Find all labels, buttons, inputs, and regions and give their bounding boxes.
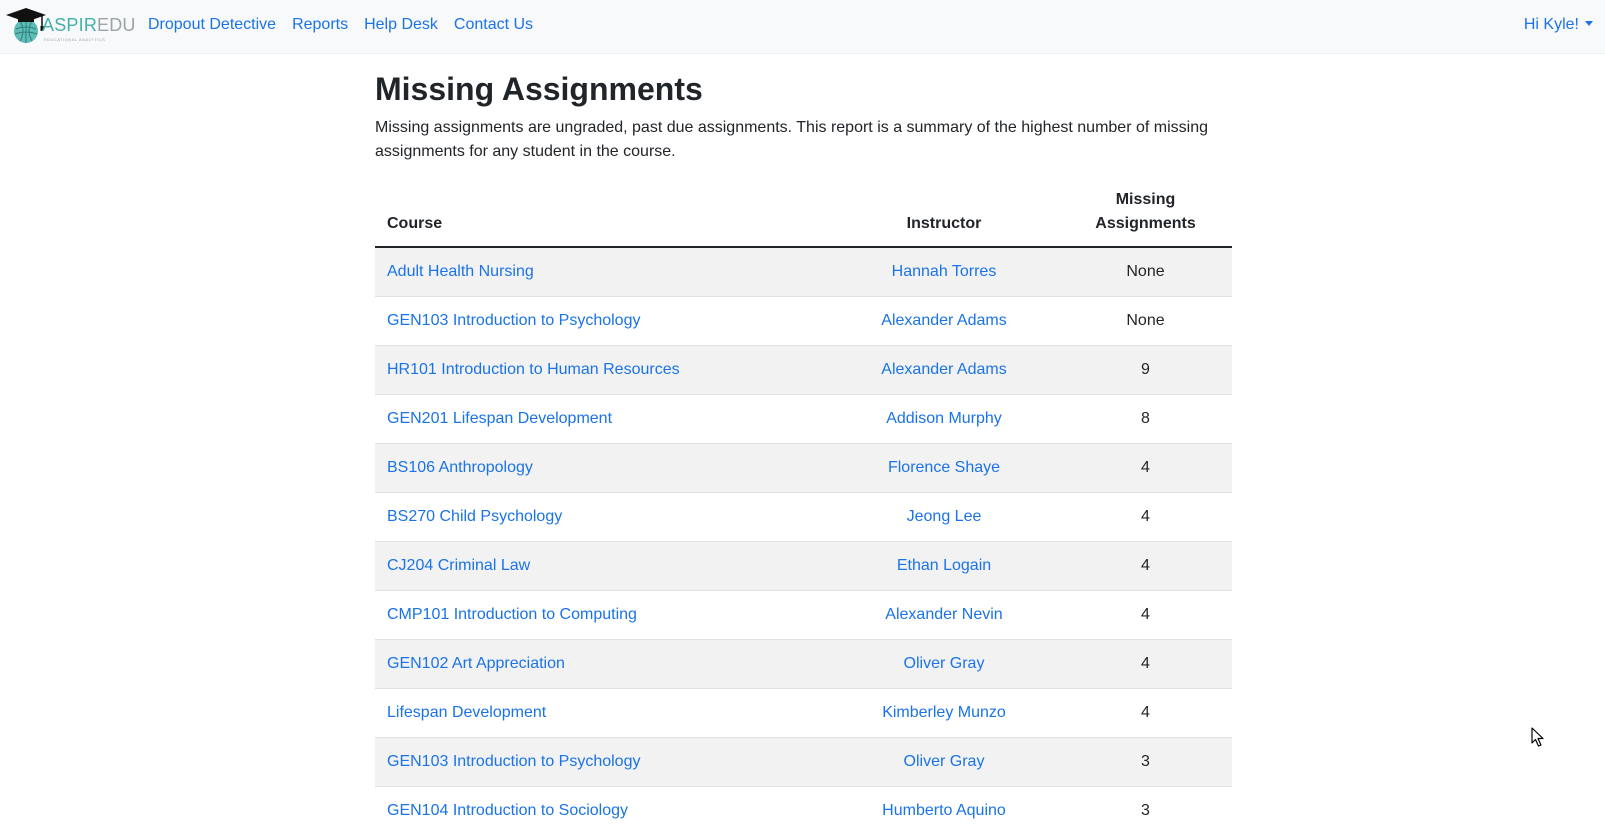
course-link[interactable]: GEN104 Introduction to Sociology [387,802,628,819]
table-row: BS270 Child Psychology Jeong Lee 4 [375,493,1232,542]
course-cell: GEN104 Introduction to Sociology [375,787,829,835]
user-menu-dropdown[interactable]: Hi Kyle! [1524,16,1593,34]
instructor-link[interactable]: Ethan Logain [897,557,991,574]
table-row: Lifespan Development Kimberley Munzo 4 [375,689,1232,738]
course-cell: GEN102 Art Appreciation [375,640,829,689]
course-link[interactable]: GEN103 Introduction to Psychology [387,312,640,329]
course-link[interactable]: Lifespan Development [387,704,546,721]
instructor-cell: Jeong Lee [829,493,1059,542]
header-missing-line2: Assignments [1095,215,1195,232]
header-course: Course [375,184,829,247]
header-missing-line1: Missing [1116,191,1176,208]
course-link[interactable]: CMP101 Introduction to Computing [387,606,637,623]
course-cell: Adult Health Nursing [375,247,829,297]
missing-count: None [1059,247,1232,297]
instructor-link[interactable]: Alexander Adams [881,361,1006,378]
missing-count: 9 [1059,346,1232,395]
instructor-cell: Ethan Logain [829,542,1059,591]
instructor-cell: Oliver Gray [829,738,1059,787]
missing-count: 4 [1059,640,1232,689]
table-body: Adult Health Nursing Hannah Torres None … [375,247,1232,835]
instructor-cell: Alexander Adams [829,297,1059,346]
instructor-link[interactable]: Oliver Gray [904,655,985,672]
course-cell: GEN103 Introduction to Psychology [375,738,829,787]
course-cell: BS270 Child Psychology [375,493,829,542]
course-cell: HR101 Introduction to Human Resources [375,346,829,395]
course-cell: GEN103 Introduction to Psychology [375,297,829,346]
course-link[interactable]: CJ204 Criminal Law [387,557,530,574]
course-link[interactable]: HR101 Introduction to Human Resources [387,361,680,378]
course-link[interactable]: Adult Health Nursing [387,263,534,280]
nav-reports[interactable]: Reports [292,16,348,34]
table-row: GEN104 Introduction to Sociology Humbert… [375,787,1232,835]
graduation-cap-globe-icon [4,5,46,45]
brand-aspire: ASPIR [42,15,97,35]
instructor-link[interactable]: Humberto Aquino [882,802,1006,819]
table-row: GEN103 Introduction to Psychology Oliver… [375,738,1232,787]
missing-count: 4 [1059,689,1232,738]
instructor-link[interactable]: Jeong Lee [907,508,982,525]
missing-count: None [1059,297,1232,346]
brand-tagline: EDUCATIONAL ANALYTICS [44,37,105,42]
instructor-link[interactable]: Alexander Nevin [885,606,1002,623]
instructor-link[interactable]: Oliver Gray [904,753,985,770]
header-instructor: Instructor [829,184,1059,247]
course-link[interactable]: GEN201 Lifespan Development [387,410,612,427]
course-link[interactable]: GEN102 Art Appreciation [387,655,565,672]
brand-logo-link[interactable]: ASPIREDU EDUCATIONAL ANALYTICS [4,5,46,45]
page-description: Missing assignments are ungraded, past d… [375,116,1232,164]
missing-count: 4 [1059,591,1232,640]
course-cell: CMP101 Introduction to Computing [375,591,829,640]
page-title: Missing Assignments [375,71,703,108]
course-link[interactable]: GEN103 Introduction to Psychology [387,753,640,770]
course-cell: BS106 Anthropology [375,444,829,493]
instructor-cell: Hannah Torres [829,247,1059,297]
table-header: Course Instructor Missing Assignments [375,184,1232,247]
user-greeting: Hi Kyle! [1524,16,1579,33]
course-link[interactable]: BS106 Anthropology [387,459,533,476]
instructor-link[interactable]: Alexander Adams [881,312,1006,329]
nav-dropout-detective[interactable]: Dropout Detective [148,16,276,34]
course-cell: GEN201 Lifespan Development [375,395,829,444]
instructor-cell: Alexander Adams [829,346,1059,395]
missing-count: 4 [1059,493,1232,542]
missing-count: 3 [1059,738,1232,787]
table-row: CJ204 Criminal Law Ethan Logain 4 [375,542,1232,591]
course-cell: Lifespan Development [375,689,829,738]
table-row: CMP101 Introduction to Computing Alexand… [375,591,1232,640]
header-missing-assignments: Missing Assignments [1059,184,1232,247]
nav-help-desk[interactable]: Help Desk [364,16,438,34]
top-navbar: ASPIREDU EDUCATIONAL ANALYTICS Dropout D… [0,0,1605,54]
missing-count: 4 [1059,542,1232,591]
header-row: Course Instructor Missing Assignments [375,184,1232,247]
missing-count: 3 [1059,787,1232,835]
table-row: GEN102 Art Appreciation Oliver Gray 4 [375,640,1232,689]
table-row: HR101 Introduction to Human Resources Al… [375,346,1232,395]
course-link[interactable]: BS270 Child Psychology [387,508,562,525]
instructor-link[interactable]: Hannah Torres [892,263,997,280]
nav-contact-us[interactable]: Contact Us [454,16,533,34]
brand-name: ASPIREDU [42,15,136,36]
course-cell: CJ204 Criminal Law [375,542,829,591]
instructor-link[interactable]: Kimberley Munzo [882,704,1006,721]
missing-count: 8 [1059,395,1232,444]
instructor-link[interactable]: Florence Shaye [888,459,1000,476]
missing-assignments-table: Course Instructor Missing Assignments Adu… [375,184,1232,835]
instructor-cell: Addison Murphy [829,395,1059,444]
main-nav: Dropout Detective Reports Help Desk Cont… [148,16,533,34]
table-row: GEN103 Introduction to Psychology Alexan… [375,297,1232,346]
table-row: Adult Health Nursing Hannah Torres None [375,247,1232,297]
caret-down-icon [1585,21,1593,26]
missing-count: 4 [1059,444,1232,493]
instructor-link[interactable]: Addison Murphy [886,410,1002,427]
table-row: BS106 Anthropology Florence Shaye 4 [375,444,1232,493]
instructor-cell: Kimberley Munzo [829,689,1059,738]
brand-edu: EDU [97,15,136,35]
instructor-cell: Humberto Aquino [829,787,1059,835]
instructor-cell: Oliver Gray [829,640,1059,689]
instructor-cell: Alexander Nevin [829,591,1059,640]
instructor-cell: Florence Shaye [829,444,1059,493]
mouse-cursor-icon [1531,727,1545,747]
table-row: GEN201 Lifespan Development Addison Murp… [375,395,1232,444]
